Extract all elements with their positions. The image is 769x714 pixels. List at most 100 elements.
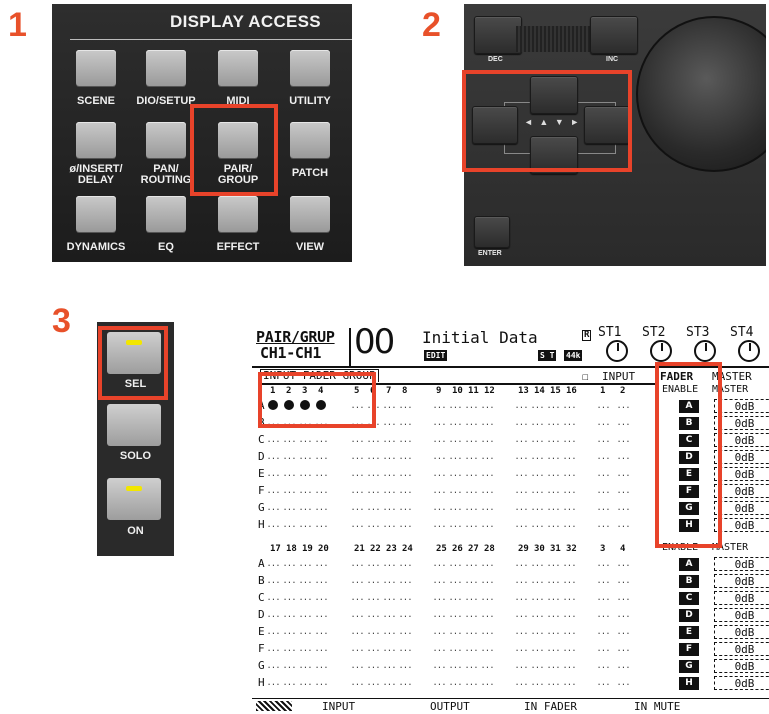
group-assign-cell[interactable]: ... [382, 576, 396, 586]
group-assign-cell[interactable]: ... [464, 644, 478, 654]
display-button-11[interactable] [290, 196, 330, 232]
group-assign-cell[interactable]: ... [282, 559, 296, 569]
tab-output[interactable]: OUTPUT [430, 700, 470, 713]
fader-enable-button[interactable]: B [679, 575, 699, 588]
group-assign-cell[interactable]: ... [366, 661, 380, 671]
group-assign-cell[interactable]: ... [546, 559, 560, 569]
group-assign-cell[interactable]: ... [314, 452, 328, 462]
group-assign-cell[interactable]: ... [616, 576, 630, 586]
dec-button[interactable] [474, 16, 522, 54]
group-assign-cell[interactable]: ... [432, 469, 446, 479]
group-assign-cell[interactable]: ... [616, 520, 630, 530]
group-assign-cell[interactable]: ... [350, 627, 364, 637]
group-assign-cell[interactable]: ... [480, 661, 494, 671]
group-assign-cell[interactable]: ... [546, 661, 560, 671]
group-assign-cell[interactable]: ... [546, 486, 560, 496]
tab-in-mute[interactable]: IN MUTE [634, 700, 680, 713]
fader-enable-button[interactable]: E [679, 626, 699, 639]
group-assign-cell[interactable]: ... [480, 559, 494, 569]
master-level[interactable]: 0dB [714, 659, 769, 673]
group-assign-cell[interactable]: ... [464, 627, 478, 637]
cursor-up-button[interactable] [530, 76, 578, 114]
group-assign-cell[interactable]: ... [398, 576, 412, 586]
group-assign-cell[interactable]: ... [398, 418, 412, 428]
group-assign-cell[interactable]: ... [514, 678, 528, 688]
fader-enable-button[interactable]: G [679, 502, 699, 515]
group-assign-cell[interactable]: ... [366, 435, 380, 445]
group-assign-cell[interactable]: ... [282, 435, 296, 445]
display-button-9[interactable] [146, 196, 186, 232]
display-button-7[interactable] [290, 122, 330, 158]
group-assign-cell[interactable]: ... [514, 593, 528, 603]
group-assign-cell[interactable]: ... [298, 576, 312, 586]
display-button-4[interactable] [76, 122, 116, 158]
group-assign-cell[interactable]: ... [382, 486, 396, 496]
group-assign-cell[interactable]: ... [480, 435, 494, 445]
group-assign-cell[interactable]: ... [266, 520, 280, 530]
group-assign-cell[interactable]: ... [448, 610, 462, 620]
enter-button[interactable] [474, 216, 510, 248]
group-assign-cell[interactable]: ... [514, 469, 528, 479]
group-assign-cell[interactable]: ... [398, 435, 412, 445]
group-assign-cell[interactable]: ... [562, 627, 576, 637]
master-level[interactable]: 0dB [714, 518, 769, 532]
group-assign-cell[interactable]: ... [546, 678, 560, 688]
group-assign-cell[interactable]: ... [448, 469, 462, 479]
group-assign-cell[interactable]: ... [464, 469, 478, 479]
group-assign-cell[interactable]: ... [514, 452, 528, 462]
group-assign-cell[interactable]: ... [448, 661, 462, 671]
group-assign-cell[interactable]: ... [464, 435, 478, 445]
group-assign-cell[interactable]: ... [514, 503, 528, 513]
group-assign-cell[interactable]: ... [298, 627, 312, 637]
group-assign-cell[interactable]: ... [464, 678, 478, 688]
group-assign-cell[interactable]: ... [398, 469, 412, 479]
fader-enable-button[interactable]: G [679, 660, 699, 673]
group-assign-cell[interactable]: ... [546, 520, 560, 530]
group-assign-cell[interactable]: ... [546, 401, 560, 411]
display-button-3[interactable] [290, 50, 330, 86]
group-assign-cell[interactable]: ... [596, 520, 610, 530]
group-assign-cell[interactable]: ... [382, 661, 396, 671]
group-assign-cell[interactable]: ... [432, 520, 446, 530]
tab-input[interactable]: INPUT [322, 700, 355, 713]
group-assign-cell[interactable]: ... [266, 435, 280, 445]
group-assign-cell[interactable]: ... [546, 452, 560, 462]
group-assign-cell[interactable]: ... [266, 576, 280, 586]
fader-enable-button[interactable]: F [679, 643, 699, 656]
group-assign-cell[interactable]: ... [464, 559, 478, 569]
group-assign-cell[interactable]: ... [350, 644, 364, 654]
group-assign-cell[interactable]: ... [616, 418, 630, 428]
group-assign-cell[interactable]: ... [298, 644, 312, 654]
group-assign-dot[interactable] [316, 400, 326, 410]
display-button-5[interactable] [146, 122, 186, 158]
fader-enable-button[interactable]: A [679, 400, 699, 413]
group-assign-cell[interactable]: ... [546, 469, 560, 479]
solo-button[interactable] [107, 404, 161, 446]
group-assign-cell[interactable]: ... [298, 678, 312, 688]
group-assign-cell[interactable]: ... [282, 593, 296, 603]
data-wheel[interactable] [636, 16, 766, 172]
group-assign-cell[interactable]: ... [382, 452, 396, 462]
group-assign-cell[interactable]: ... [366, 469, 380, 479]
group-assign-cell[interactable]: ... [464, 503, 478, 513]
group-assign-cell[interactable]: ... [480, 576, 494, 586]
group-assign-cell[interactable]: ... [366, 401, 380, 411]
group-assign-cell[interactable]: ... [382, 401, 396, 411]
fader-enable-button[interactable]: E [679, 468, 699, 481]
group-assign-cell[interactable]: ... [350, 661, 364, 671]
display-button-10[interactable] [218, 196, 258, 232]
group-assign-cell[interactable]: ... [266, 452, 280, 462]
group-assign-cell[interactable]: ... [616, 401, 630, 411]
group-assign-cell[interactable]: ... [448, 486, 462, 496]
group-assign-cell[interactable]: ... [398, 520, 412, 530]
group-assign-cell[interactable]: ... [314, 418, 328, 428]
group-assign-cell[interactable]: ... [314, 435, 328, 445]
group-assign-cell[interactable]: ... [596, 678, 610, 688]
group-assign-cell[interactable]: ... [366, 593, 380, 603]
group-assign-cell[interactable]: ... [480, 503, 494, 513]
group-assign-cell[interactable]: ... [530, 661, 544, 671]
group-assign-cell[interactable]: ... [350, 576, 364, 586]
group-assign-cell[interactable]: ... [314, 576, 328, 586]
group-assign-cell[interactable]: ... [282, 520, 296, 530]
group-assign-cell[interactable]: ... [616, 661, 630, 671]
